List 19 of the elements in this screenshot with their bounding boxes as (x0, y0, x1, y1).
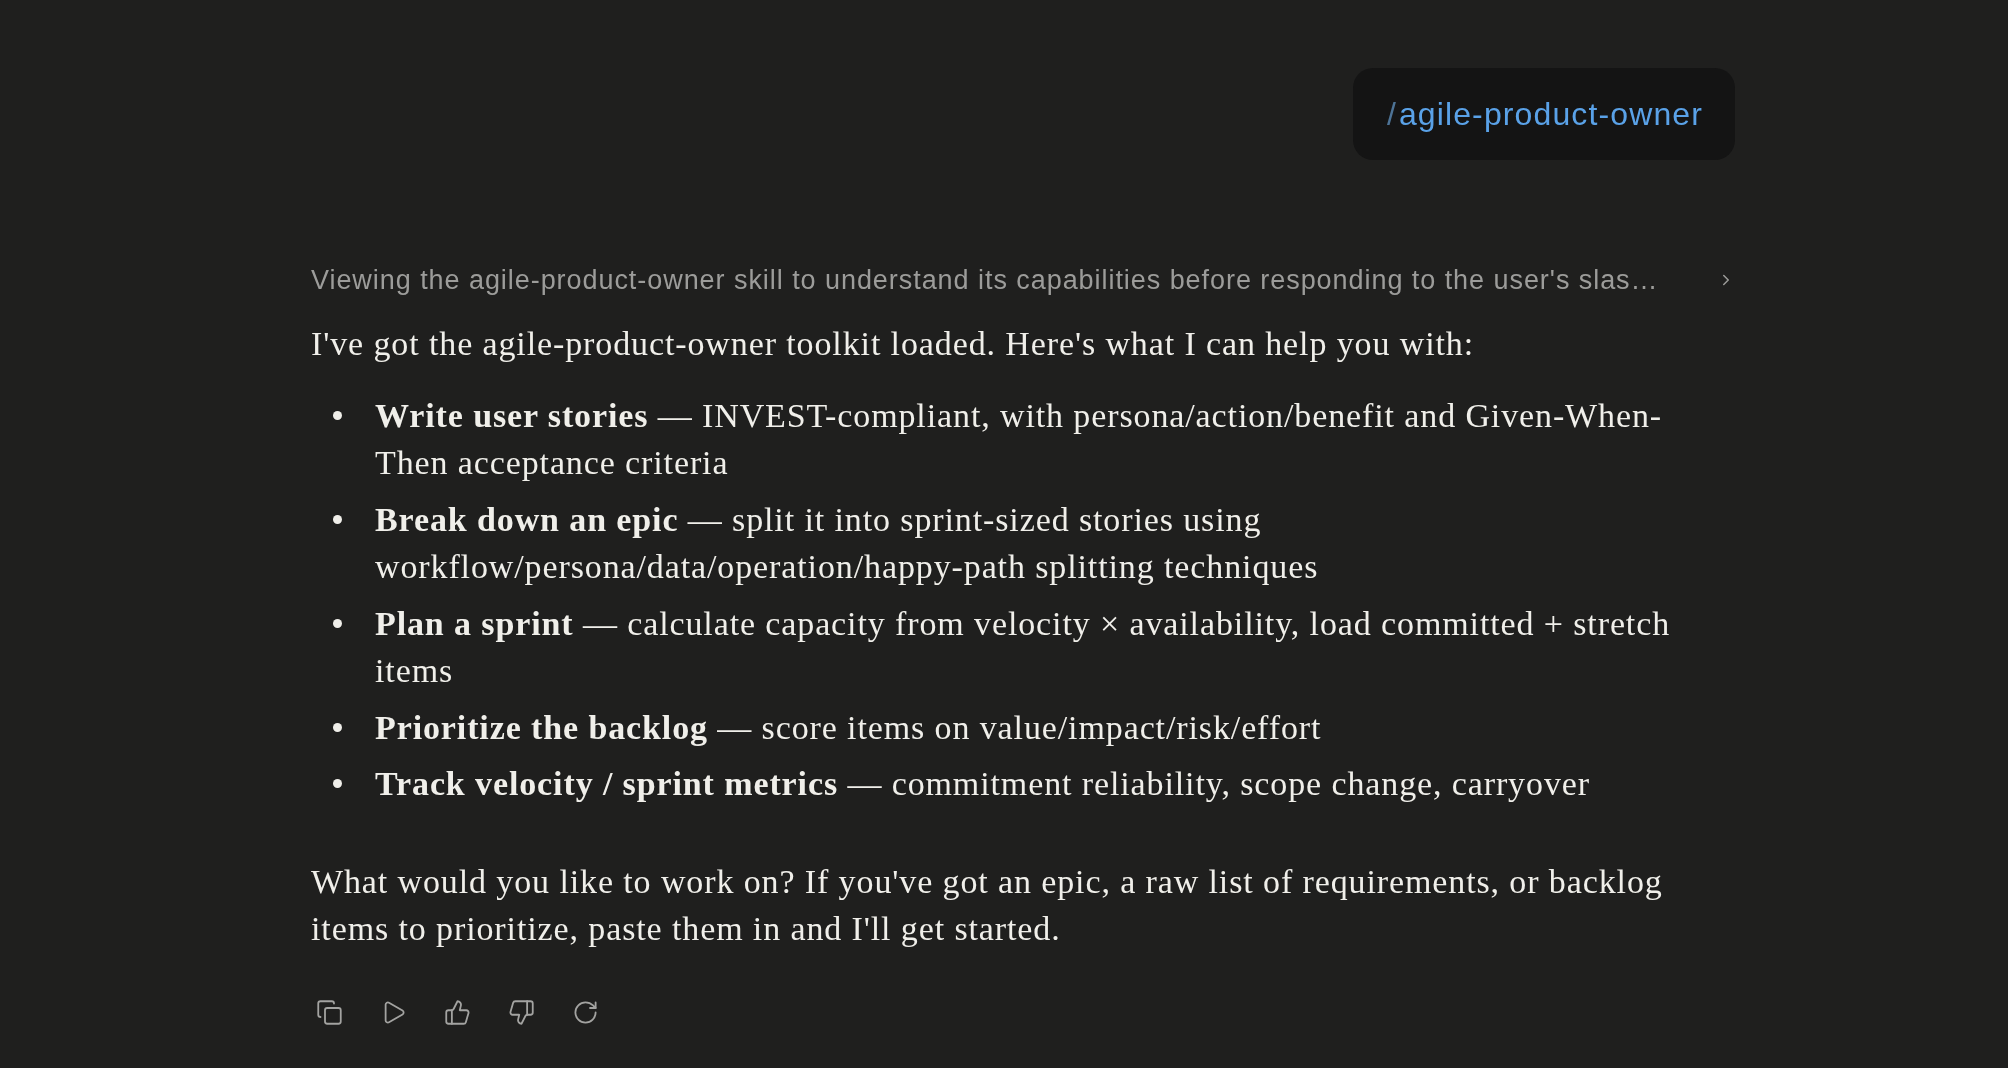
bullet-icon (333, 410, 342, 420)
copy-icon (315, 999, 343, 1026)
bullet-icon (333, 514, 342, 524)
list-item-text: Break down an epic — split it into sprint-sized stories using workflow/persona/data/operation/happy-path splitting techniques (375, 499, 1320, 587)
response-intro: I've got the agile-product-owner toolkit loaded. Here's what I can help you with: (311, 324, 1476, 364)
thinking-summary-toggle[interactable]: Viewing the agile-product-owner skill to understand its capabilities before responding to the user's slas… (311, 262, 1735, 298)
bullet-icon (333, 722, 342, 732)
retry-icon (571, 999, 599, 1026)
list-item-text: Track velocity / sprint metrics — commitment reliability, scope change, carryover (375, 764, 1591, 804)
thumbs-down-icon (507, 999, 535, 1026)
response-closing: What would you like to work on? If you've got an epic, a raw list of requirements, or backlog items to prioritize, paste them in and I'll get started. (311, 861, 1664, 949)
bullet-icon (333, 618, 342, 628)
list-item-text: Write user stories — INVEST-compliant, with persona/action/benefit and Given-When-Then acceptance criteria (375, 395, 1664, 483)
slash-prefix: / (1386, 95, 1397, 134)
command-text: agile-product-owner (1398, 95, 1703, 134)
list-item-text: Plan a sprint — calculate capacity from velocity × availability, load committed + stretch items (375, 603, 1672, 691)
list-item-text: Prioritize the backlog — score items on value/impact/risk/effort (375, 707, 1323, 748)
thumbs-up-icon (443, 999, 471, 1026)
bullet-icon (333, 779, 342, 789)
